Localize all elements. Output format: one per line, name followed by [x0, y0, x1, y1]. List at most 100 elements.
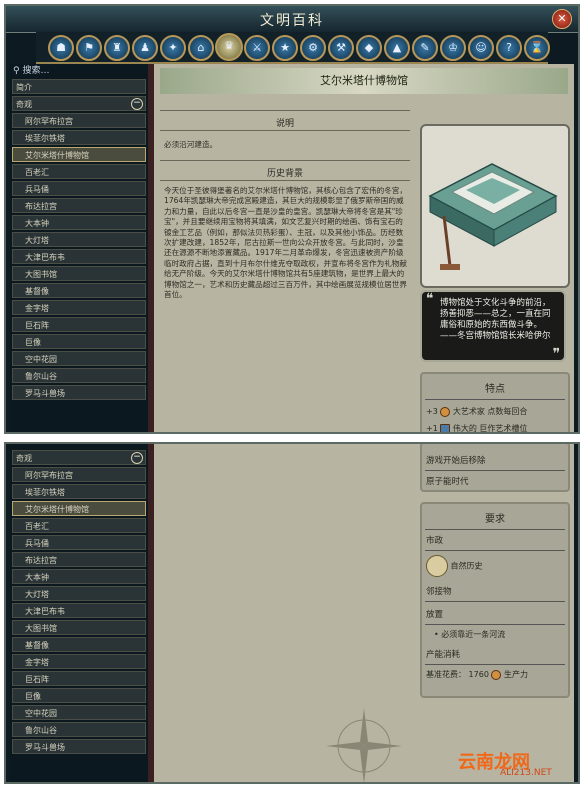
collapse-icon[interactable]: −: [131, 98, 143, 110]
tab-resources-icon[interactable]: ◆: [356, 35, 382, 61]
tab-terrain-icon[interactable]: ▲: [384, 35, 410, 61]
requirements-panel: 要求 市政 自然历史 邻接物 放置 • 必须靠近一条河流 产能消耗 基准花费： …: [420, 502, 570, 698]
sidebar-item[interactable]: 金字塔: [12, 654, 146, 669]
sidebar-item-selected[interactable]: 艾尔米塔什博物馆: [12, 501, 146, 516]
obsolete-label: 游戏开始后移除: [426, 456, 486, 466]
search-input[interactable]: ⚲ 搜索…: [10, 64, 148, 78]
collapse-icon[interactable]: −: [131, 452, 143, 464]
obsolete-era: 原子能时代: [426, 477, 469, 487]
sidebar-item[interactable]: 阿尔罕布拉宫: [12, 467, 146, 482]
history-text: 今天位于圣彼得堡著名的艾尔米塔什博物馆，其核心包含了宏伟的冬宫，1764年凯瑟琳…: [164, 186, 407, 300]
sidebar-item[interactable]: 简介: [12, 79, 146, 94]
tab-governments-icon[interactable]: ♔: [440, 35, 466, 61]
sidebar-item[interactable]: 巨像: [12, 334, 146, 349]
divider: [160, 180, 410, 181]
sidebar-item[interactable]: 百老汇: [12, 164, 146, 179]
close-icon[interactable]: ✕: [552, 9, 572, 29]
close-quote-icon: ❞: [552, 346, 560, 362]
sidebar-item[interactable]: 巨石阵: [12, 671, 146, 686]
great-artist-icon: [440, 406, 451, 417]
sidebar-item[interactable]: 埃菲尔铁塔: [12, 484, 146, 499]
sidebar-item[interactable]: 巨石阵: [12, 317, 146, 332]
compass-rose-icon: [326, 708, 402, 782]
description-text: 必须沿河建造。: [164, 140, 218, 149]
sidebar-item[interactable]: 空中花园: [12, 705, 146, 720]
tab-units-icon[interactable]: ⚔: [244, 35, 270, 61]
sidebar-item[interactable]: 百老汇: [12, 518, 146, 533]
requirements-heading: 要求: [485, 514, 505, 525]
sidebar-item[interactable]: 基督像: [12, 283, 146, 298]
sidebar-item[interactable]: 兵马俑: [12, 181, 146, 196]
tab-improvements-icon[interactable]: ⚒: [328, 35, 354, 61]
base-cost: 基准花费： 1760 生产力: [426, 669, 528, 680]
tab-city-states-icon[interactable]: ♜: [104, 35, 130, 61]
page-title: 艾尔米塔什博物馆: [160, 68, 568, 94]
sidebar-item[interactable]: 罗马斗兽场: [12, 739, 146, 754]
divider: [160, 130, 410, 131]
sidebar-item[interactable]: 埃菲尔铁塔: [12, 130, 146, 145]
sidebar-item[interactable]: 大本钟: [12, 215, 146, 230]
tab-concepts-icon[interactable]: ?: [496, 35, 522, 61]
sidebar-item[interactable]: 布达拉宫: [12, 198, 146, 213]
sidebar-item[interactable]: 鲁尔山谷: [12, 722, 146, 737]
sidebar-item[interactable]: 巨像: [12, 688, 146, 703]
article-content: 游戏开始后移除 原子能时代 要求 市政 自然历史 邻接物 放置 • 必须靠近一条…: [154, 444, 574, 782]
sidebar-item[interactable]: 大灯塔: [12, 586, 146, 601]
adjacent-label: 邻接物: [426, 587, 452, 597]
history-heading: 历史背景: [266, 169, 303, 179]
tab-history-icon[interactable]: ☗: [48, 35, 74, 61]
trait-great-artist: +3 大艺术家 点数每回合: [426, 406, 528, 417]
sidebar-item[interactable]: 大灯塔: [12, 232, 146, 247]
hermitage-building-icon: [428, 163, 558, 270]
sidebar-item[interactable]: 鲁尔山谷: [12, 368, 146, 383]
sidebar-item[interactable]: 阿尔罕布拉宫: [12, 113, 146, 128]
sidebar-item[interactable]: 空中花园: [12, 351, 146, 366]
tab-buildings-icon[interactable]: ⌂: [188, 35, 214, 61]
sidebar-item[interactable]: 罗马斗兽场: [12, 385, 146, 400]
divider: [425, 470, 565, 471]
civilopedia-window-top: 文明百科 ✕ ☗ ⚑ ♜ ♟ ✦ ⌂ ♛ ⚔ ★ ⚙ ⚒ ◆ ▲ ✎ ♔ ☺ ?…: [4, 4, 580, 434]
civic-requirement[interactable]: 自然历史: [422, 555, 568, 577]
tab-specialists-icon[interactable]: ☺: [468, 35, 494, 61]
sidebar-item[interactable]: 大津巴布韦: [12, 603, 146, 618]
divider: [425, 550, 565, 551]
civilopedia-window-bottom: 奇观 − 阿尔罕布拉宫 埃菲尔铁塔 艾尔米塔什博物馆 百老汇 兵马俑 布达拉宫 大…: [4, 442, 580, 784]
sidebar: ⚲ 搜索… 简介 奇观 − 阿尔罕布拉宫 埃菲尔铁塔 艾尔米塔什博物馆 百老汇 兵…: [10, 64, 148, 432]
wonder-image: [420, 124, 570, 288]
sidebar-item[interactable]: 兵马俑: [12, 535, 146, 550]
placement-rule: • 必须靠近一条河流: [434, 630, 506, 639]
sidebar-item[interactable]: 大本钟: [12, 569, 146, 584]
divider: [160, 110, 410, 111]
sidebar-item[interactable]: 大图书馆: [12, 266, 146, 281]
cost-label: 产能消耗: [426, 650, 461, 660]
tab-technologies-icon[interactable]: ⚙: [300, 35, 326, 61]
divider: [425, 624, 565, 625]
divider: [425, 664, 565, 665]
tab-eras-icon[interactable]: ⌛: [524, 35, 550, 61]
tab-wonders-icon[interactable]: ♛: [215, 33, 243, 61]
sidebar-item[interactable]: 金字塔: [12, 300, 146, 315]
tab-policies-icon[interactable]: ✎: [412, 35, 438, 61]
tab-promotions-icon[interactable]: ★: [272, 35, 298, 61]
sidebar-item[interactable]: 大图书馆: [12, 620, 146, 635]
description-heading: 说明: [275, 119, 294, 129]
divider: [425, 601, 565, 602]
category-tab-bar: ☗ ⚑ ♜ ♟ ✦ ⌂ ♛ ⚔ ★ ⚙ ⚒ ◆ ▲ ✎ ♔ ☺ ? ⌛: [36, 32, 550, 64]
divider: [160, 160, 410, 161]
sidebar-item[interactable]: 布达拉宫: [12, 552, 146, 567]
watermark-site: ALI213.NET: [500, 768, 552, 778]
title-bar: 文明百科 ✕: [6, 6, 578, 33]
art-slot-icon: [440, 423, 451, 432]
tab-great-people-icon[interactable]: ♟: [132, 35, 158, 61]
traits-heading: 特点: [485, 384, 505, 395]
tab-religion-icon[interactable]: ✦: [160, 35, 186, 61]
sidebar-group-wonders[interactable]: 奇观 −: [12, 450, 146, 465]
trait-masterwork-slot: +1 伟大的 巨作艺术槽位: [426, 423, 528, 433]
sidebar-item[interactable]: 基督像: [12, 637, 146, 652]
sidebar-item-selected[interactable]: 艾尔米塔什博物馆: [12, 147, 146, 162]
civic-label: 市政: [426, 536, 444, 546]
quote-box: ❝ 博物馆处于文化斗争的前沿，扬善抑恶——总之，一直在同庸俗和原始的东西做斗争。…: [420, 290, 566, 362]
sidebar-group-wonders[interactable]: 奇观 −: [12, 96, 146, 111]
sidebar-item[interactable]: 大津巴布韦: [12, 249, 146, 264]
tab-civilizations-icon[interactable]: ⚑: [76, 35, 102, 61]
